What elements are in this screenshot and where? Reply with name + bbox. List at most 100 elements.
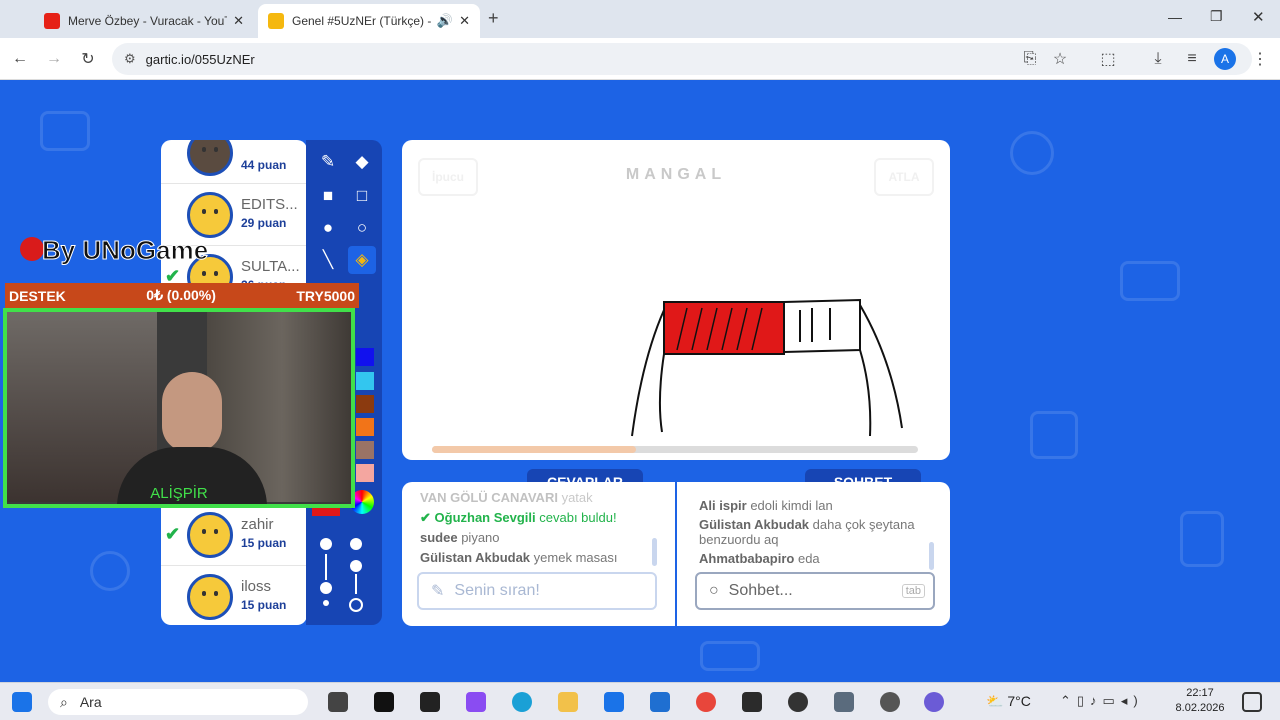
url-text: gartic.io/055UzNEr bbox=[145, 51, 255, 67]
tab-gartic[interactable]: Genel #5UzNEr (Türkçe) - G 🔊 ✕ bbox=[258, 4, 480, 38]
player-row[interactable]: ✔ zahir 15 puan bbox=[161, 504, 307, 566]
new-tab-button[interactable]: + bbox=[488, 8, 499, 29]
cam-name: ALİŞPİR bbox=[150, 485, 208, 502]
install-icon[interactable]: ⎘ bbox=[1018, 47, 1042, 71]
background-doodle bbox=[90, 551, 130, 591]
tiktok-icon[interactable] bbox=[374, 692, 394, 712]
task-view-icon[interactable] bbox=[328, 692, 348, 712]
filled-circle-icon[interactable]: ● bbox=[314, 214, 342, 242]
player-row[interactable]: iloss 15 puan bbox=[161, 566, 307, 625]
menu-icon[interactable]: ⋮ bbox=[1248, 47, 1272, 71]
webcam-overlay: ALİŞPİR bbox=[3, 308, 355, 508]
streamer-logo: By UNoGame bbox=[16, 179, 246, 269]
davinci-icon[interactable] bbox=[742, 692, 762, 712]
color-swatch-blue[interactable] bbox=[356, 348, 374, 366]
answer-input[interactable]: ✎ Senin sıran! bbox=[417, 572, 657, 610]
bookmark-star-icon[interactable]: ☆ bbox=[1048, 47, 1072, 71]
fill-bucket-icon[interactable]: ◈ bbox=[348, 246, 376, 274]
guessed-check-icon: ✔ bbox=[165, 524, 181, 544]
background-doodle bbox=[40, 111, 90, 151]
audio-icon[interactable]: 🔊 bbox=[437, 13, 453, 29]
player-name: EDITS... bbox=[241, 196, 298, 213]
obs-icon[interactable] bbox=[788, 692, 808, 712]
close-window-button[interactable]: ✕ bbox=[1252, 8, 1265, 26]
answers-panel: VAN GÖLÜ CANAVARI yatak ✔ Oğuzhan Sevgil… bbox=[402, 482, 675, 626]
weather-widget[interactable]: ⛅ 7°C bbox=[986, 693, 1031, 710]
donation-bar: DESTEK 0₺ (0.00%) TRY5000 bbox=[5, 283, 359, 308]
answer-message: sudee piyano bbox=[420, 530, 500, 545]
background-doodle bbox=[700, 641, 760, 671]
background-doodle bbox=[1010, 131, 1054, 175]
outlook-icon[interactable] bbox=[650, 692, 670, 712]
system-tray-icons[interactable]: ⌃▯♪▭◂) bbox=[1060, 693, 1144, 709]
gartic-icon bbox=[268, 13, 284, 29]
player-avatar bbox=[187, 512, 233, 558]
color-swatch-pink[interactable] bbox=[356, 464, 374, 482]
tab-title: Genel #5UzNEr (Türkçe) - G bbox=[292, 14, 431, 28]
download-icon[interactable]: ⤓ bbox=[1146, 47, 1170, 71]
color-swatch-orange[interactable] bbox=[356, 418, 374, 436]
extensions-icon[interactable]: ⬚ bbox=[1096, 47, 1120, 71]
youtube-icon bbox=[44, 13, 60, 29]
clock[interactable]: 22:17 8.02.2026 bbox=[1172, 686, 1228, 716]
color-swatch-taupe[interactable] bbox=[356, 441, 374, 459]
maximize-button[interactable]: ❐ bbox=[1210, 8, 1223, 25]
logo-text: By UNoGame bbox=[42, 235, 208, 265]
site-info-icon[interactable]: ⚙ bbox=[124, 51, 136, 67]
back-button[interactable]: ← bbox=[8, 47, 32, 71]
copilot-icon[interactable] bbox=[466, 692, 486, 712]
chat-message: Gülistan Akbudak daha çok şeytana benzuo… bbox=[699, 517, 915, 547]
color-swatch-brown[interactable] bbox=[356, 395, 374, 413]
answers-scrollbar[interactable] bbox=[652, 538, 657, 566]
opacity-slider[interactable] bbox=[349, 538, 363, 612]
filled-rect-icon[interactable]: ■ bbox=[314, 182, 342, 210]
donation-amount: 0₺ (0.00%) bbox=[146, 287, 216, 303]
media-icon[interactable]: ≡ bbox=[1180, 47, 1204, 71]
calculator-icon[interactable] bbox=[834, 692, 854, 712]
player-name: zahir bbox=[241, 516, 274, 533]
close-tab-icon[interactable]: ✕ bbox=[459, 13, 470, 29]
close-tab-icon[interactable]: ✕ bbox=[233, 13, 244, 29]
settings-icon[interactable] bbox=[880, 692, 900, 712]
taskbar-search[interactable]: ⌕ Ara bbox=[48, 689, 308, 715]
player-score: 15 puan bbox=[241, 598, 287, 612]
reload-button[interactable]: ↻ bbox=[76, 47, 100, 71]
edge-icon[interactable] bbox=[512, 692, 532, 712]
file-explorer-icon[interactable] bbox=[558, 692, 578, 712]
chat-message: Ali ispir edoli kimdi lan bbox=[699, 498, 833, 513]
player-score: 29 puan bbox=[241, 216, 287, 230]
chat-scrollbar[interactable] bbox=[929, 542, 934, 570]
notification-icon[interactable] bbox=[1242, 692, 1262, 712]
discord-icon[interactable] bbox=[924, 692, 944, 712]
eraser-icon[interactable]: ◆ bbox=[348, 148, 376, 176]
player-name: iloss bbox=[241, 578, 272, 595]
rect-outline-icon[interactable]: □ bbox=[348, 182, 376, 210]
store-icon[interactable] bbox=[604, 692, 624, 712]
circle-outline-icon[interactable]: ○ bbox=[348, 214, 376, 242]
drawing-canvas[interactable]: İpucu ATLA MANGAL bbox=[402, 140, 950, 460]
player-score: 44 puan bbox=[241, 158, 287, 172]
player-score: 15 puan bbox=[241, 536, 287, 550]
browser-toolbar: ← → ↻ ⚙ gartic.io/055UzNEr ⎘ ☆ ⬚ ⤓ ≡ A ⋮ bbox=[0, 38, 1280, 80]
start-icon[interactable] bbox=[12, 692, 32, 712]
player-row[interactable]: 44 puan bbox=[161, 140, 307, 184]
line-icon[interactable]: ╲ bbox=[314, 246, 342, 274]
player-avatar bbox=[187, 574, 233, 620]
address-bar[interactable]: ⚙ gartic.io/055UzNEr bbox=[112, 43, 1252, 75]
chrome-icon[interactable] bbox=[696, 692, 716, 712]
tab-key-hint: tab bbox=[901, 584, 925, 598]
epic-games-icon[interactable] bbox=[420, 692, 440, 712]
forward-button[interactable]: → bbox=[42, 47, 66, 71]
gartic-page: 44 puan EDITS... 29 puan ✔ SULTA... 26 p… bbox=[0, 81, 1280, 682]
round-timer-fill bbox=[432, 446, 637, 453]
profile-avatar[interactable]: A bbox=[1214, 48, 1236, 70]
chat-input[interactable]: ○ Sohbet... tab bbox=[695, 572, 935, 610]
color-swatch-cyan[interactable] bbox=[356, 372, 374, 390]
donation-goal: TRY5000 bbox=[296, 287, 355, 304]
minimize-button[interactable]: — bbox=[1168, 9, 1182, 25]
brush-size-slider[interactable] bbox=[320, 538, 332, 608]
donation-label: DESTEK bbox=[9, 287, 66, 304]
tab-youtube[interactable]: Merve Özbey - Vuracak - YouTu ✕ bbox=[34, 4, 254, 38]
chat-message: Ahmatbabapiro eda bbox=[699, 551, 820, 566]
pencil-icon[interactable]: ✎ bbox=[314, 148, 342, 176]
